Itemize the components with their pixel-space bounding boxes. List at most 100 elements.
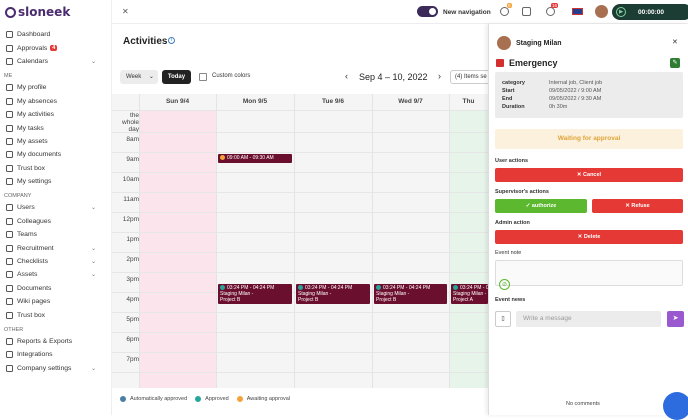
- page-title: Activities: [123, 36, 168, 47]
- file-icon[interactable]: ▯: [495, 311, 511, 327]
- delete-button[interactable]: ✕ Delete: [495, 230, 683, 244]
- assets-icon: [6, 271, 13, 279]
- docs-icon: [6, 284, 13, 292]
- sidebar-item-my-settings[interactable]: My settings: [0, 175, 112, 188]
- sidebar: sloneek Dashboard Approvals 4 Calendars ⌄ …: [0, 0, 112, 415]
- timer-button[interactable]: ▶ 00:00:00: [612, 4, 688, 20]
- time-label: 6pm: [126, 336, 139, 343]
- next-week-icon[interactable]: ›: [438, 71, 441, 81]
- edit-icon[interactable]: ✎: [670, 58, 680, 68]
- legend-dot-icon: [195, 396, 202, 402]
- custom-colors-label: Custom colors: [212, 73, 251, 79]
- time-label: 11am: [123, 196, 139, 203]
- no-comments-label: No comments: [566, 401, 600, 407]
- info-icon[interactable]: i: [168, 37, 175, 44]
- calendar-event[interactable]: 09:00 AM - 09:30 AM: [218, 154, 292, 163]
- sidebar-item-checklists[interactable]: Checklists ⌄: [0, 255, 112, 268]
- sidebar-item-my-activities[interactable]: My activities: [0, 108, 112, 121]
- attachment-icon[interactable]: ⊘: [499, 279, 510, 290]
- task-icon: [6, 124, 13, 132]
- sidebar-item-label: My settings: [17, 178, 52, 186]
- sidebar-item-documents[interactable]: Documents: [0, 282, 112, 295]
- today-button[interactable]: Today: [162, 70, 191, 84]
- time-label: 5pm: [126, 316, 139, 323]
- hour-line: [112, 192, 488, 193]
- language-flag-icon[interactable]: [572, 8, 583, 15]
- calendar-event[interactable]: 03:24 PM - 04:24 PMStaging Milan - Proje…: [296, 284, 370, 304]
- calendar-event[interactable]: 03:24 PM - 04:24 PMStaging Milan - Proje…: [218, 284, 292, 304]
- notification-badge: 16: [551, 3, 559, 8]
- prev-week-icon[interactable]: ‹: [345, 71, 348, 81]
- calendar-event[interactable]: 03:24 PM - 04:24 PMStaging Milan - Proje…: [374, 284, 447, 304]
- chat-icon[interactable]: [522, 7, 531, 16]
- new-navigation-toggle[interactable]: [417, 6, 438, 17]
- integrations-icon: [6, 351, 13, 359]
- sidebar-item-my-assets[interactable]: My assets: [0, 135, 112, 148]
- legend-label: Automatically approved: [130, 396, 188, 402]
- status-dot-icon: [220, 155, 225, 161]
- calendar-event[interactable]: 03:24 PM - 04:24 PMStaging Milan - Proje…: [451, 284, 488, 304]
- cancel-button[interactable]: ✕ Cancel: [495, 168, 683, 182]
- hour-line: [112, 172, 488, 173]
- chevron-down-icon: ⌄: [90, 205, 96, 212]
- column-divider: [294, 94, 295, 388]
- sidebar-item-approvals[interactable]: Approvals 4: [0, 41, 112, 54]
- users-icon: [6, 204, 13, 212]
- all-day-label: the whole day: [122, 112, 139, 132]
- sidebar-item-label: Dashboard: [17, 31, 51, 39]
- refuse-button[interactable]: ✕ Refuse: [592, 199, 683, 213]
- status-dot-icon: [376, 285, 381, 291]
- close-icon[interactable]: ✕: [672, 38, 678, 46]
- wiki-icon: [6, 298, 13, 306]
- sidebar-item-users[interactable]: Users ⌄: [0, 201, 112, 214]
- time-label: 9am: [126, 156, 139, 163]
- time-label: 8am: [126, 136, 139, 143]
- legend-dot-icon: [236, 396, 243, 402]
- detail-label: Start: [502, 88, 515, 94]
- sidebar-item-label: Wiki pages: [17, 298, 51, 306]
- sidebar-item-trust-box-company[interactable]: Trust box: [0, 308, 112, 321]
- sidebar-item-label: Reports & Exports: [17, 338, 73, 345]
- sidebar-item-colleagues[interactable]: Colleagues: [0, 215, 112, 228]
- event-note-field[interactable]: [495, 260, 683, 286]
- authorize-button[interactable]: ✓ authorize: [495, 199, 587, 213]
- sidebar-item-reports[interactable]: Reports & Exports: [0, 335, 112, 348]
- sidebar-item-company-settings[interactable]: Company settings ⌄: [0, 362, 112, 375]
- message-input[interactable]: Write a message: [516, 311, 661, 327]
- sidebar-item-my-tasks[interactable]: My tasks: [0, 121, 112, 134]
- date-range: Sep 4 – 10, 2022: [359, 72, 428, 82]
- logo[interactable]: sloneek: [5, 5, 70, 19]
- hour-line: [112, 352, 488, 353]
- teams-icon: [6, 231, 13, 239]
- sidebar-item-label: Company settings: [17, 364, 72, 372]
- day-header: Wed 9/7: [398, 98, 423, 105]
- checklist-icon: [6, 258, 13, 266]
- sidebar-item-dashboard[interactable]: Dashboard: [0, 28, 112, 41]
- sidebar-item-calendars[interactable]: Calendars ⌄: [0, 55, 112, 68]
- chat-icon[interactable]: [663, 392, 688, 420]
- sidebar-item-integrations[interactable]: Integrations: [0, 348, 112, 361]
- sidebar-item-my-profile[interactable]: My profile: [0, 81, 112, 94]
- sidebar-item-label: My profile: [17, 84, 47, 92]
- view-select[interactable]: Week ⌄: [120, 70, 158, 84]
- custom-colors-checkbox[interactable]: [199, 73, 207, 81]
- send-button[interactable]: ➤: [667, 311, 684, 327]
- event-project: Project B: [376, 297, 397, 303]
- sidebar-item-wiki-pages[interactable]: Wiki pages: [0, 295, 112, 308]
- view-select-value: Week: [126, 74, 142, 80]
- sidebar-item-assets[interactable]: Assets ⌄: [0, 268, 112, 281]
- section-label: Event news: [495, 297, 526, 303]
- sidebar-item-teams[interactable]: Teams: [0, 228, 112, 241]
- sidebar-item-my-absences[interactable]: My absences: [0, 95, 112, 108]
- sidebar-item-label: Checklists: [17, 258, 48, 266]
- sidebar-item-recruitment[interactable]: Recruitment ⌄: [0, 241, 112, 254]
- section-other: OTHER: [4, 326, 24, 333]
- sidebar-item-trust-box[interactable]: Trust box: [0, 162, 112, 175]
- sidebar-item-label: Trust box: [17, 311, 46, 319]
- detail-label: category: [502, 80, 525, 86]
- timer-icon[interactable]: [500, 7, 509, 16]
- avatar[interactable]: [595, 5, 608, 18]
- close-icon[interactable]: ✕: [122, 7, 129, 16]
- bell-icon[interactable]: [546, 7, 555, 16]
- sidebar-item-my-documents[interactable]: My documents: [0, 148, 112, 161]
